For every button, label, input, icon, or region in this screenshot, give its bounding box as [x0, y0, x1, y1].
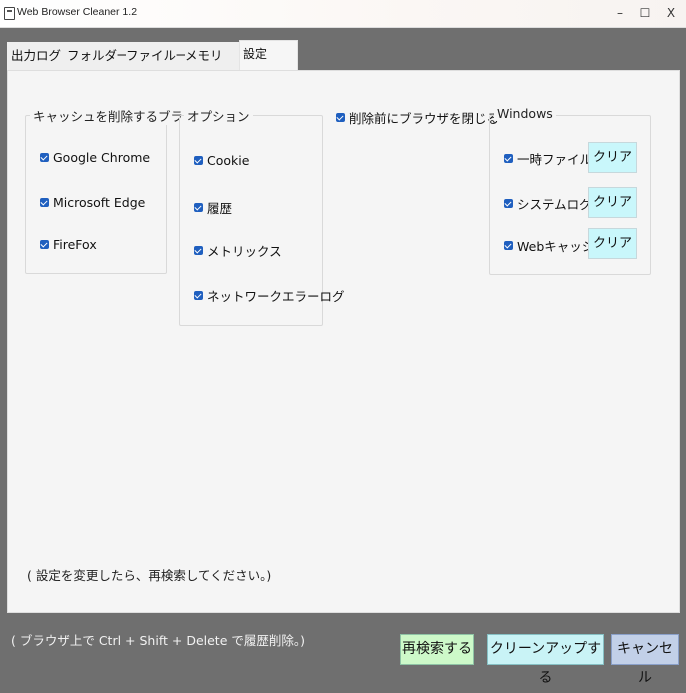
- checkbox-checked-icon: [194, 203, 203, 212]
- tab-folder-list[interactable]: フォルダ一覧: [67, 42, 142, 70]
- close-button[interactable]: X: [658, 3, 684, 23]
- settings-change-hint: ( 設定を変更したら、再検索してください。): [27, 568, 272, 583]
- cancel-button[interactable]: キャンセル: [611, 634, 679, 686]
- checkbox-checked-icon: [504, 241, 513, 250]
- cleanup-button[interactable]: クリーンアップする: [487, 634, 604, 686]
- options-group-title: オプション: [184, 106, 253, 125]
- checkbox-firefox[interactable]: FireFox: [40, 237, 97, 252]
- checkbox-checked-icon: [194, 156, 203, 165]
- checkbox-checked-icon: [40, 240, 49, 249]
- clear-system-log-button[interactable]: クリア: [588, 187, 637, 218]
- checkbox-label: Microsoft Edge: [53, 195, 146, 210]
- checkbox-history[interactable]: 履歴: [194, 198, 232, 217]
- clear-web-cache-button[interactable]: クリア: [588, 228, 637, 259]
- options-group: オプション Cookie 履歴 メトリックス ネットワークエラーログ: [179, 106, 345, 326]
- tab-file-list[interactable]: ファイル一覧: [126, 42, 201, 70]
- settings-panel: キャッシュを削除するブラウザ Google Chrome Microsoft E…: [7, 70, 680, 613]
- research-button[interactable]: 再検索する: [400, 634, 474, 665]
- checkbox-label: システムログ: [517, 197, 592, 212]
- checkbox-metrics[interactable]: メトリックス: [194, 241, 282, 260]
- checkbox-label: FireFox: [53, 237, 97, 252]
- checkbox-checked-icon: [40, 198, 49, 207]
- checkbox-label: Cookie: [207, 153, 250, 168]
- title-bar: Web Browser Cleaner 1.2 – ☐ X: [0, 0, 686, 28]
- checkbox-checked-icon: [504, 199, 513, 208]
- checkbox-close-browser-before-delete[interactable]: 削除前にブラウザを閉じる: [336, 108, 499, 127]
- checkbox-google-chrome[interactable]: Google Chrome: [40, 150, 150, 165]
- checkbox-label: 履歴: [207, 201, 233, 216]
- checkbox-network-error-log[interactable]: ネットワークエラーログ: [194, 286, 345, 305]
- tab-memory[interactable]: メモリ: [185, 42, 239, 70]
- tab-strip: 出力ログ フォルダ一覧 ファイル一覧 メモリ 設定: [7, 40, 686, 71]
- checkbox-label: 一時ファイル: [517, 152, 593, 167]
- minimize-button[interactable]: –: [607, 3, 633, 23]
- browsers-group: キャッシュを削除するブラウザ Google Chrome Microsoft E…: [25, 106, 212, 274]
- checkbox-system-log[interactable]: システムログ: [504, 194, 592, 213]
- checkbox-checked-icon: [40, 153, 49, 162]
- window-title: Web Browser Cleaner 1.2: [17, 6, 138, 18]
- windows-group-title: Windows: [494, 106, 556, 121]
- checkbox-label: メトリックス: [207, 244, 282, 259]
- tab-output-log[interactable]: 出力ログ: [7, 42, 71, 70]
- windows-group: Windows 一時ファイル クリア システムログ クリア Webキャッシュ ク…: [489, 106, 651, 275]
- checkbox-microsoft-edge[interactable]: Microsoft Edge: [40, 195, 145, 210]
- shortcut-hint: ( ブラウザ上で Ctrl + Shift + Delete で履歴削除。): [11, 633, 305, 648]
- checkbox-checked-icon: [194, 291, 203, 300]
- checkbox-temp-files[interactable]: 一時ファイル: [504, 149, 592, 168]
- checkbox-label: ネットワークエラーログ: [207, 289, 345, 304]
- app-icon: [4, 7, 15, 20]
- checkbox-label: 削除前にブラウザを閉じる: [349, 111, 500, 126]
- clear-temp-files-button[interactable]: クリア: [588, 142, 637, 173]
- maximize-button[interactable]: ☐: [632, 3, 658, 23]
- checkbox-label: Google Chrome: [53, 150, 151, 165]
- checkbox-cookie[interactable]: Cookie: [194, 153, 249, 168]
- checkbox-checked-icon: [504, 154, 513, 163]
- checkbox-checked-icon: [336, 113, 345, 122]
- tab-settings[interactable]: 設定: [239, 40, 298, 71]
- checkbox-checked-icon: [194, 246, 203, 255]
